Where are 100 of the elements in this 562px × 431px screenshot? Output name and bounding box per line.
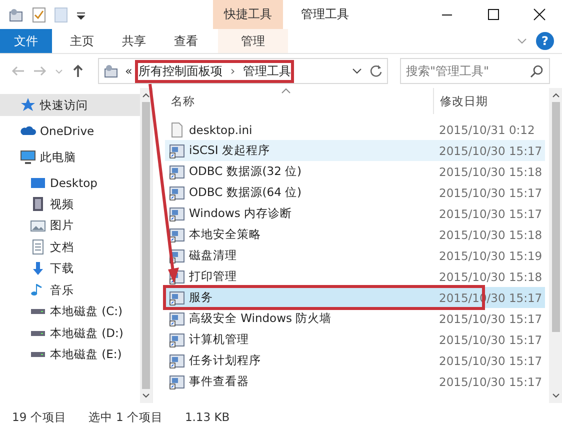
help-button[interactable]: ? [536,32,554,50]
scroll-down-icon[interactable] [142,393,150,399]
scroll-up-icon[interactable] [552,92,560,98]
date-cell-text: 2015/10/30 15:19 [438,248,542,262]
drive-icon [31,352,45,358]
file-name: 任务计划程序 [189,353,261,368]
file-name: 本地安全策略 [189,227,261,242]
context-tab-header: 快捷工具 [213,0,283,29]
column-header[interactable]: 修改日期 [434,94,488,108]
search-icon [530,64,544,78]
shortcut-icon [169,206,185,222]
date-cell-text: 2015/10/30 15:17 [438,206,542,220]
sidebar-item[interactable]: 下载 [0,258,140,280]
file-row[interactable]: 磁盘清理 2015/10/30 15:19 [165,245,545,266]
drive-icon [31,309,45,314]
address-bar[interactable]: « 所有控制面板项 › 管理工具 [98,58,388,84]
film-icon [30,196,46,212]
shortcut-icon [169,142,185,158]
properties-icon[interactable] [32,6,46,22]
shortcut-icon [169,374,185,390]
scroll-down-icon[interactable] [552,393,560,399]
ribbon-tab[interactable]: 共享 [108,29,160,53]
shortcut-icon [169,184,185,200]
date-cell-text: 2015/10/30 15:18 [438,164,542,178]
file-row[interactable]: iSCSI 发起程序 2015/10/30 15:17 [165,140,545,161]
ribbon-tab[interactable]: 管理 [218,29,288,53]
date-cell-text: 2015/10/31 0:12 [438,122,535,136]
date-cell-text: 2015/10/30 15:17 [438,374,542,388]
picture-icon [30,218,46,234]
file-row[interactable]: 计算机管理 2015/10/30 15:17 [165,329,545,350]
sort-up-icon [281,88,291,94]
control-panel-icon [103,63,119,79]
sidebar-item[interactable]: 快速访问 [0,94,140,116]
file-name: Windows 内存诊断 [189,206,292,221]
drive-icon [31,330,45,336]
file-row[interactable]: ODBC 数据源(32 位) 2015/10/30 15:18 [165,161,545,182]
shortcut-icon [169,332,185,348]
breadcrumb[interactable]: 所有控制面板项 [138,62,222,80]
scroll-thumb[interactable] [552,102,560,332]
file-name: 服务 [189,290,213,305]
ribbon-tab[interactable]: 主页 [56,29,108,53]
sidebar-item[interactable]: 本地磁盘 (C:) [0,301,140,322]
scrollbar[interactable] [549,88,562,403]
file-name: 计算机管理 [189,332,249,347]
sidebar-item[interactable]: 此电脑 [0,146,140,168]
ribbon-tab[interactable]: 查看 [160,29,212,53]
shortcut-icon [169,290,185,306]
computer-icon [20,149,36,165]
file-name: ODBC 数据源(64 位) [189,185,302,200]
file-name: ODBC 数据源(32 位) [189,164,302,179]
file-name: 事件查看器 [189,374,249,389]
file-name: iSCSI 发起程序 [189,143,270,158]
date-cell-text: 2015/10/30 15:18 [438,270,542,284]
file-row[interactable]: ODBC 数据源(64 位) 2015/10/30 15:17 [165,182,545,203]
scroll-up-icon[interactable] [142,92,150,98]
file-name: 打印管理 [189,269,237,284]
overflow-chevron[interactable]: « [125,64,132,78]
file-icon [169,122,185,138]
date-cell-text: 2015/10/30 15:17 [438,312,542,326]
sidebar-item[interactable]: Desktop [0,172,140,194]
shortcut-icon [169,226,185,242]
sidebar-item[interactable]: OneDrive [0,120,140,142]
shortcut-icon [169,164,185,180]
date-cell-text: 2015/10/30 15:17 [438,354,542,368]
item-count: 19 个项目 [12,410,66,424]
selection-info: 选中 1 个项目 [88,410,163,424]
refresh-icon[interactable] [369,64,383,78]
column-header[interactable]: 名称 [165,88,434,114]
sidebar-item[interactable]: 图片 [0,215,140,236]
sidebar-item[interactable]: 视频 [0,194,140,215]
shortcut-icon [169,310,185,326]
file-name: 高级安全 Windows 防火墙 [189,311,332,326]
breadcrumb-separator[interactable]: › [230,64,236,78]
file-row[interactable]: 任务计划程序 2015/10/30 15:17 [165,350,545,371]
file-name: desktop.ini [189,122,252,136]
shortcut-icon [169,352,185,368]
file-menu-tab[interactable]: 文件 [0,29,52,53]
file-row[interactable]: 高级安全 Windows 防火墙 2015/10/30 15:17 [165,308,545,329]
file-name: 磁盘清理 [189,248,237,263]
sidebar-item[interactable]: 音乐 [0,280,140,301]
document-icon [30,239,46,256]
scroll-thumb[interactable] [142,102,150,389]
search-field[interactable]: 搜索"管理工具" [400,58,550,84]
file-row[interactable]: desktop.ini 2015/10/31 0:12 [165,119,545,140]
sidebar-item[interactable]: 本地磁盘 (D:) [0,322,140,344]
file-row[interactable]: Windows 内存诊断 2015/10/30 15:17 [165,203,545,224]
sidebar-item[interactable]: 本地磁盘 (E:) [0,344,140,366]
window-title: 管理工具 [300,6,350,23]
sidebar-item[interactable]: 文档 [0,236,140,258]
breadcrumb[interactable]: 管理工具 [243,62,292,80]
star-icon [20,97,36,113]
selection-size: 1.13 KB [184,410,230,424]
date-cell-text: 2015/10/30 15:17 [438,186,542,200]
file-row[interactable]: 本地安全策略 2015/10/30 15:18 [165,224,545,245]
file-row[interactable]: 事件查看器 2015/10/30 15:17 [165,371,545,392]
tools-icon[interactable] [8,6,24,22]
scrollbar[interactable] [140,88,152,403]
date-cell-text: 2015/10/30 15:17 [438,332,542,346]
down-arrow-icon [30,260,46,277]
date-cell-text: 2015/10/30 15:17 [438,144,542,158]
